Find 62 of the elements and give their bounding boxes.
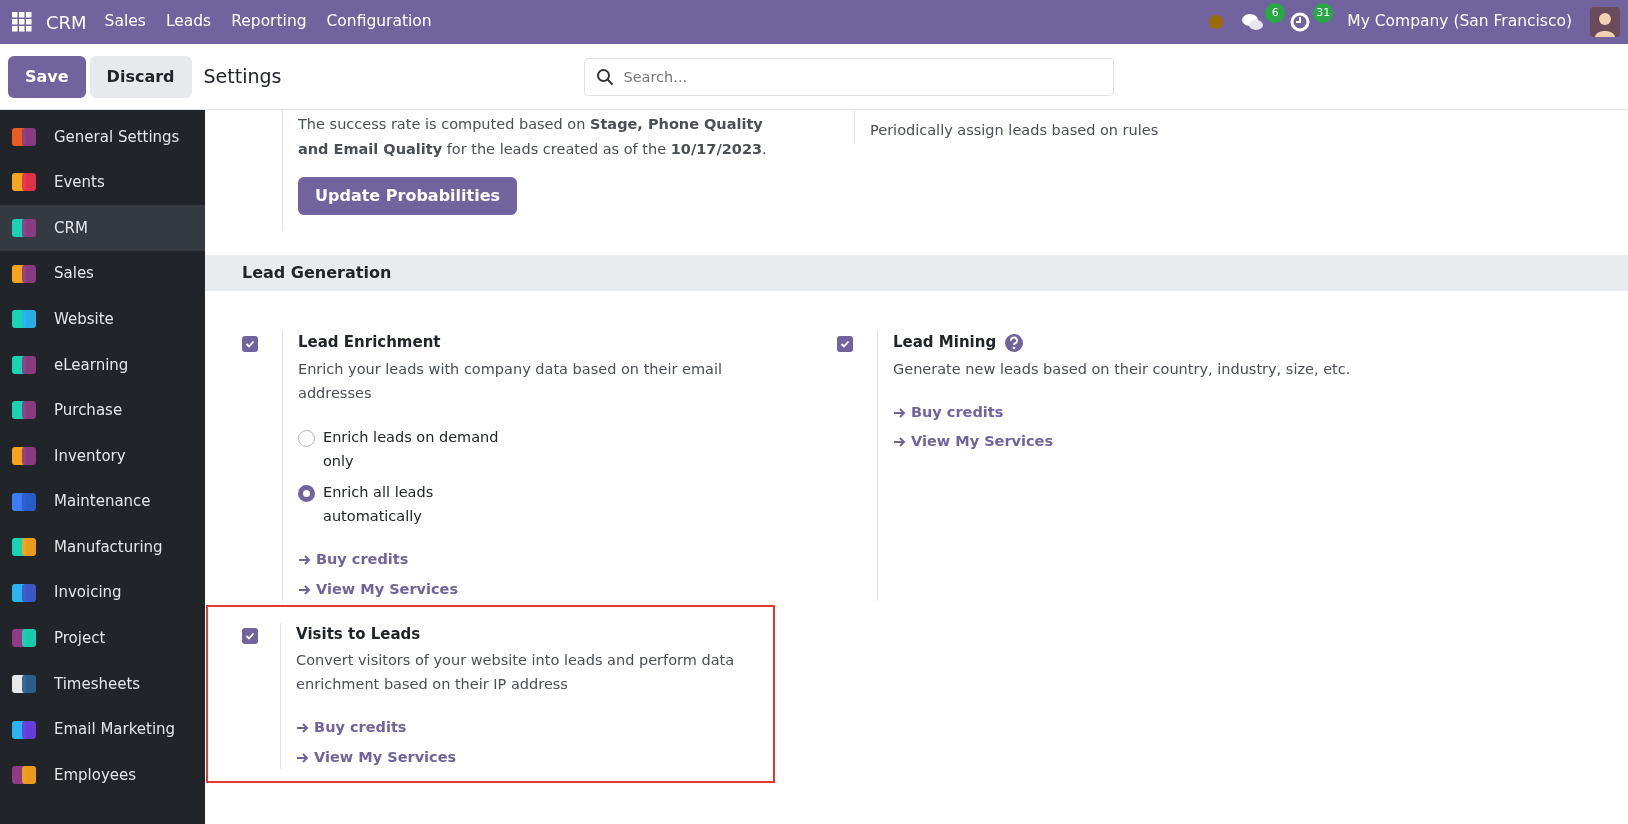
checkbox[interactable] — [242, 336, 258, 353]
sidebar-item[interactable]: Inventory — [0, 433, 205, 479]
sidebar-item[interactable]: Maintenance — [0, 478, 205, 525]
description: Generate new leads based on their country, industry, size, etc. — [893, 359, 1352, 379]
count-badge: 6 — [1265, 3, 1286, 23]
radio-label: Enrich all leads automatically — [323, 483, 435, 527]
sidebar-item[interactable]: Invoicing — [0, 569, 205, 616]
link[interactable]: Buy credits — [298, 549, 782, 572]
description: Convert visitors of your website into leads and perform data enrichment based on their IP address — [296, 651, 736, 695]
count-badge: 31 — [1313, 3, 1334, 23]
description: The success rate is computed based on Stage, Phone Quality and Email Quality for the leads created as of the 10/17/2023. — [298, 115, 768, 159]
avatar-icon[interactable] — [1590, 7, 1620, 37]
menu-item[interactable]: Reporting — [221, 10, 317, 34]
arrow-icon — [893, 406, 907, 419]
radio-button[interactable] — [298, 485, 315, 503]
help-icon[interactable] — [1004, 332, 1025, 353]
arrow-icon — [296, 722, 311, 735]
setting-title: Lead Enrichment — [298, 332, 441, 354]
description: Enrich your leads with company data based on their email addresses — [298, 359, 724, 403]
link[interactable]: Buy credits — [893, 401, 1497, 424]
arrow-icon — [893, 436, 907, 449]
radio-button[interactable] — [298, 429, 315, 447]
section-header: Lead Generation — [205, 255, 1628, 292]
search-field[interactable]: Search... — [584, 57, 1115, 96]
sidebar-item[interactable]: Email Marketing — [0, 706, 205, 753]
update-probabilities-button[interactable]: Update Probabilities — [298, 177, 518, 216]
arrow-icon — [298, 554, 312, 567]
page-title: Settings — [203, 64, 282, 90]
setting-title: Lead Mining — [893, 332, 997, 354]
sidebar-item[interactable]: Manufacturing — [0, 524, 205, 570]
sidebar-item[interactable]: General Settings — [0, 114, 205, 160]
arrow-icon — [298, 583, 312, 596]
sidebar-item[interactable]: Employees — [0, 752, 205, 798]
sidebar-item[interactable]: Website — [0, 296, 205, 342]
checkbox[interactable] — [837, 336, 853, 353]
checkbox[interactable] — [242, 627, 258, 644]
sidebar-item[interactable]: Sales — [0, 250, 205, 297]
description: Periodically assign leads based on rules — [870, 121, 1159, 140]
link[interactable]: View My Services — [296, 746, 757, 769]
arrow-icon — [296, 751, 311, 764]
app-grid-icon[interactable] — [12, 12, 32, 32]
chat-icon[interactable] — [1241, 11, 1266, 33]
setting-title: Visits to Leads — [296, 623, 421, 645]
link[interactable]: Buy credits — [296, 717, 757, 739]
search-icon — [596, 67, 615, 86]
save-button[interactable]: Save — [8, 55, 86, 98]
radio-label: Enrich leads on demand only — [323, 427, 500, 471]
menu-item[interactable]: Configuration — [316, 10, 442, 34]
sidebar-item[interactable]: Events — [0, 159, 205, 206]
sidebar-item[interactable]: Purchase — [0, 387, 205, 434]
link[interactable]: View My Services — [298, 579, 782, 601]
link[interactable]: View My Services — [893, 431, 1497, 454]
company-name[interactable]: My Company (San Francisco) — [1337, 10, 1582, 34]
menu-item[interactable]: Sales — [94, 10, 156, 34]
sidebar-item[interactable]: Project — [0, 615, 205, 662]
sidebar-item[interactable]: CRM — [0, 205, 205, 251]
sidebar-item[interactable]: Timesheets — [0, 661, 205, 707]
discard-button[interactable]: Discard — [89, 55, 192, 98]
sidebar-item[interactable]: eLearning — [0, 341, 205, 388]
menu-item[interactable]: Leads — [155, 10, 222, 34]
app-name[interactable]: CRM — [46, 8, 87, 36]
status-dot-icon — [1209, 15, 1224, 29]
